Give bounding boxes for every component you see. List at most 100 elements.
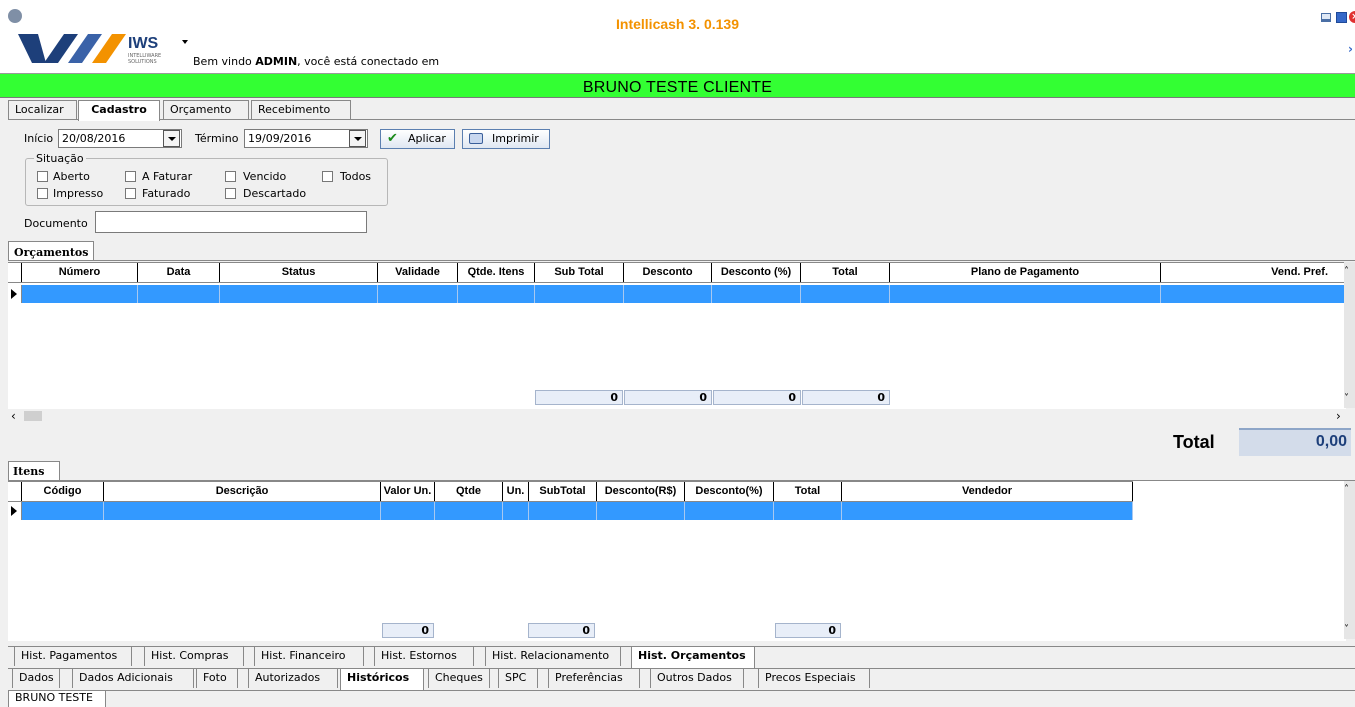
col-vend-pref[interactable]: Vend. Pref. xyxy=(1161,263,1346,282)
row-pointer-icon xyxy=(11,289,17,299)
tab-itens[interactable]: Itens xyxy=(13,465,44,478)
checkbox-a-faturar-label: A Faturar xyxy=(142,170,193,183)
itens-vertical-scrollbar[interactable] xyxy=(1344,481,1355,639)
collapse-chevron-icon[interactable]: › xyxy=(1348,42,1353,56)
itens-total-qtde: 0 xyxy=(382,623,434,638)
scroll-down-icon[interactable]: ˅ xyxy=(1344,624,1349,635)
itens-selected-row[interactable] xyxy=(8,502,1133,520)
orcamentos-tab-line xyxy=(8,260,1355,261)
orcamentos-total-qtde: 0 xyxy=(535,390,623,405)
checkbox-aberto[interactable] xyxy=(37,171,48,182)
col-desconto[interactable]: Desconto xyxy=(624,263,712,282)
checkbox-faturado[interactable] xyxy=(125,188,136,199)
tab-hist-pagamentos[interactable]: Hist. Pagamentos xyxy=(14,647,132,666)
brand-logo-text: IWS xyxy=(128,35,159,52)
scroll-up-icon[interactable]: ˄ xyxy=(1344,266,1349,277)
tab-preferencias[interactable]: Preferências xyxy=(548,669,640,688)
col-subtotal[interactable]: SubTotal xyxy=(529,482,597,501)
checkbox-descartado[interactable] xyxy=(225,188,236,199)
brand-dropdown-icon[interactable] xyxy=(182,40,188,44)
inicio-label: Início xyxy=(24,132,54,145)
scroll-right-icon[interactable]: › xyxy=(1336,409,1341,423)
col-numero[interactable]: Número xyxy=(22,263,138,282)
orcamentos-vertical-scrollbar[interactable] xyxy=(1344,262,1355,408)
col-total-itens[interactable]: Total xyxy=(774,482,842,501)
row-pointer-icon xyxy=(11,506,17,516)
checkbox-a-faturar[interactable] xyxy=(125,171,136,182)
col-sub-total[interactable]: Sub Total xyxy=(535,263,624,282)
tab-outros-dados[interactable]: Outros Dados xyxy=(650,669,744,688)
row-indicator xyxy=(8,285,22,303)
col-un[interactable]: Un. xyxy=(503,482,529,501)
itens-total-total: 0 xyxy=(775,623,841,638)
tab-orcamento[interactable]: Orçamento xyxy=(163,100,249,119)
apply-button[interactable]: ✔ Aplicar xyxy=(380,129,455,149)
col-data[interactable]: Data xyxy=(138,263,220,282)
tab-hist-relacionamento[interactable]: Hist. Relacionamento xyxy=(485,647,621,666)
scroll-left-icon[interactable]: ‹ xyxy=(11,409,16,423)
close-icon[interactable]: × xyxy=(1349,11,1355,23)
tab-cheques[interactable]: Cheques xyxy=(428,669,490,688)
orcamentos-horizontal-scrollbar[interactable] xyxy=(8,409,1346,423)
tab-spc[interactable]: SPC xyxy=(498,669,538,688)
col-validade[interactable]: Validade xyxy=(378,263,458,282)
col-plano-pagamento[interactable]: Plano de Pagamento xyxy=(890,263,1161,282)
hist-tabs: Hist. Pagamentos Hist. Compras Hist. Fin… xyxy=(8,647,808,668)
col-desconto-pct-itens[interactable]: Desconto(%) xyxy=(685,482,774,501)
termino-dropdown-button[interactable] xyxy=(349,130,366,147)
tab-precos-especiais[interactable]: Precos Especiais xyxy=(758,669,870,688)
col-status[interactable]: Status xyxy=(220,263,378,282)
col-desconto-pct[interactable]: Desconto (%) xyxy=(712,263,801,282)
orcamentos-selected-row[interactable] xyxy=(8,285,1346,303)
orcamentos-grid-header: Número Data Status Validade Qtde. Itens … xyxy=(8,262,1346,283)
checkbox-vencido[interactable] xyxy=(225,171,236,182)
minimize-icon[interactable] xyxy=(1321,13,1331,22)
brand-sub-text: INTELLIWARE SOLUTIONS xyxy=(128,53,162,65)
col-desconto-rs[interactable]: Desconto(R$) xyxy=(597,482,685,501)
col-descricao[interactable]: Descrição xyxy=(104,482,381,501)
col-codigo[interactable]: Código xyxy=(22,482,104,501)
tab-hist-compras[interactable]: Hist. Compras xyxy=(144,647,244,666)
scroll-up-icon[interactable]: ˄ xyxy=(1344,484,1349,495)
tab-hist-financeiro[interactable]: Hist. Financeiro xyxy=(254,647,364,666)
col-qtde-itens[interactable]: Qtde. Itens xyxy=(458,263,535,282)
scroll-down-icon[interactable]: ˅ xyxy=(1344,393,1349,404)
tab-localizar[interactable]: Localizar xyxy=(8,100,77,119)
window-title: Intellicash 3. 0.139 xyxy=(616,16,739,32)
tab-recebimento[interactable]: Recebimento xyxy=(251,100,351,119)
itens-header-indicator xyxy=(8,482,22,501)
tab-hist-estornos[interactable]: Hist. Estornos xyxy=(374,647,474,666)
checkbox-todos[interactable] xyxy=(322,171,333,182)
inicio-dropdown-button[interactable] xyxy=(163,130,180,147)
tab-autorizados[interactable]: Autorizados xyxy=(248,669,338,688)
orcamentos-total-subtotal: 0 xyxy=(624,390,712,405)
maximize-icon[interactable] xyxy=(1336,12,1347,23)
orcamentos-total-total: 0 xyxy=(802,390,890,405)
row-cell xyxy=(22,502,104,520)
row-cell xyxy=(801,285,890,303)
tab-cadastro[interactable]: Cadastro xyxy=(78,100,160,121)
tab-orcamentos[interactable]: Orçamentos xyxy=(14,246,88,259)
client-name: BRUNO TESTE CLIENTE xyxy=(582,79,773,96)
col-valor-un[interactable]: Valor Un. xyxy=(381,482,435,501)
total-label: Total xyxy=(1173,432,1215,452)
row-cell xyxy=(774,502,842,520)
scroll-thumb[interactable] xyxy=(24,411,42,421)
col-qtde[interactable]: Qtde xyxy=(435,482,503,501)
row-cell xyxy=(529,502,597,520)
row-cell xyxy=(458,285,535,303)
tab-dados-adicionais[interactable]: Dados Adicionais xyxy=(72,669,194,688)
tab-hist-orcamentos[interactable]: Hist. Orçamentos xyxy=(631,647,755,668)
row-cell xyxy=(712,285,801,303)
print-button[interactable]: Imprimir xyxy=(462,129,550,149)
documento-field[interactable] xyxy=(95,211,367,233)
tab-client[interactable]: BRUNO TESTE xyxy=(8,691,106,707)
row-cell xyxy=(220,285,378,303)
tab-foto[interactable]: Foto xyxy=(196,669,238,688)
col-total[interactable]: Total xyxy=(801,263,890,282)
tab-dados[interactable]: Dados xyxy=(12,669,60,688)
checkbox-impresso[interactable] xyxy=(37,188,48,199)
col-vendedor[interactable]: Vendedor xyxy=(842,482,1133,501)
tab-historicos[interactable]: Históricos xyxy=(340,669,424,690)
welcome-suffix: , você está conectado em xyxy=(297,55,440,68)
